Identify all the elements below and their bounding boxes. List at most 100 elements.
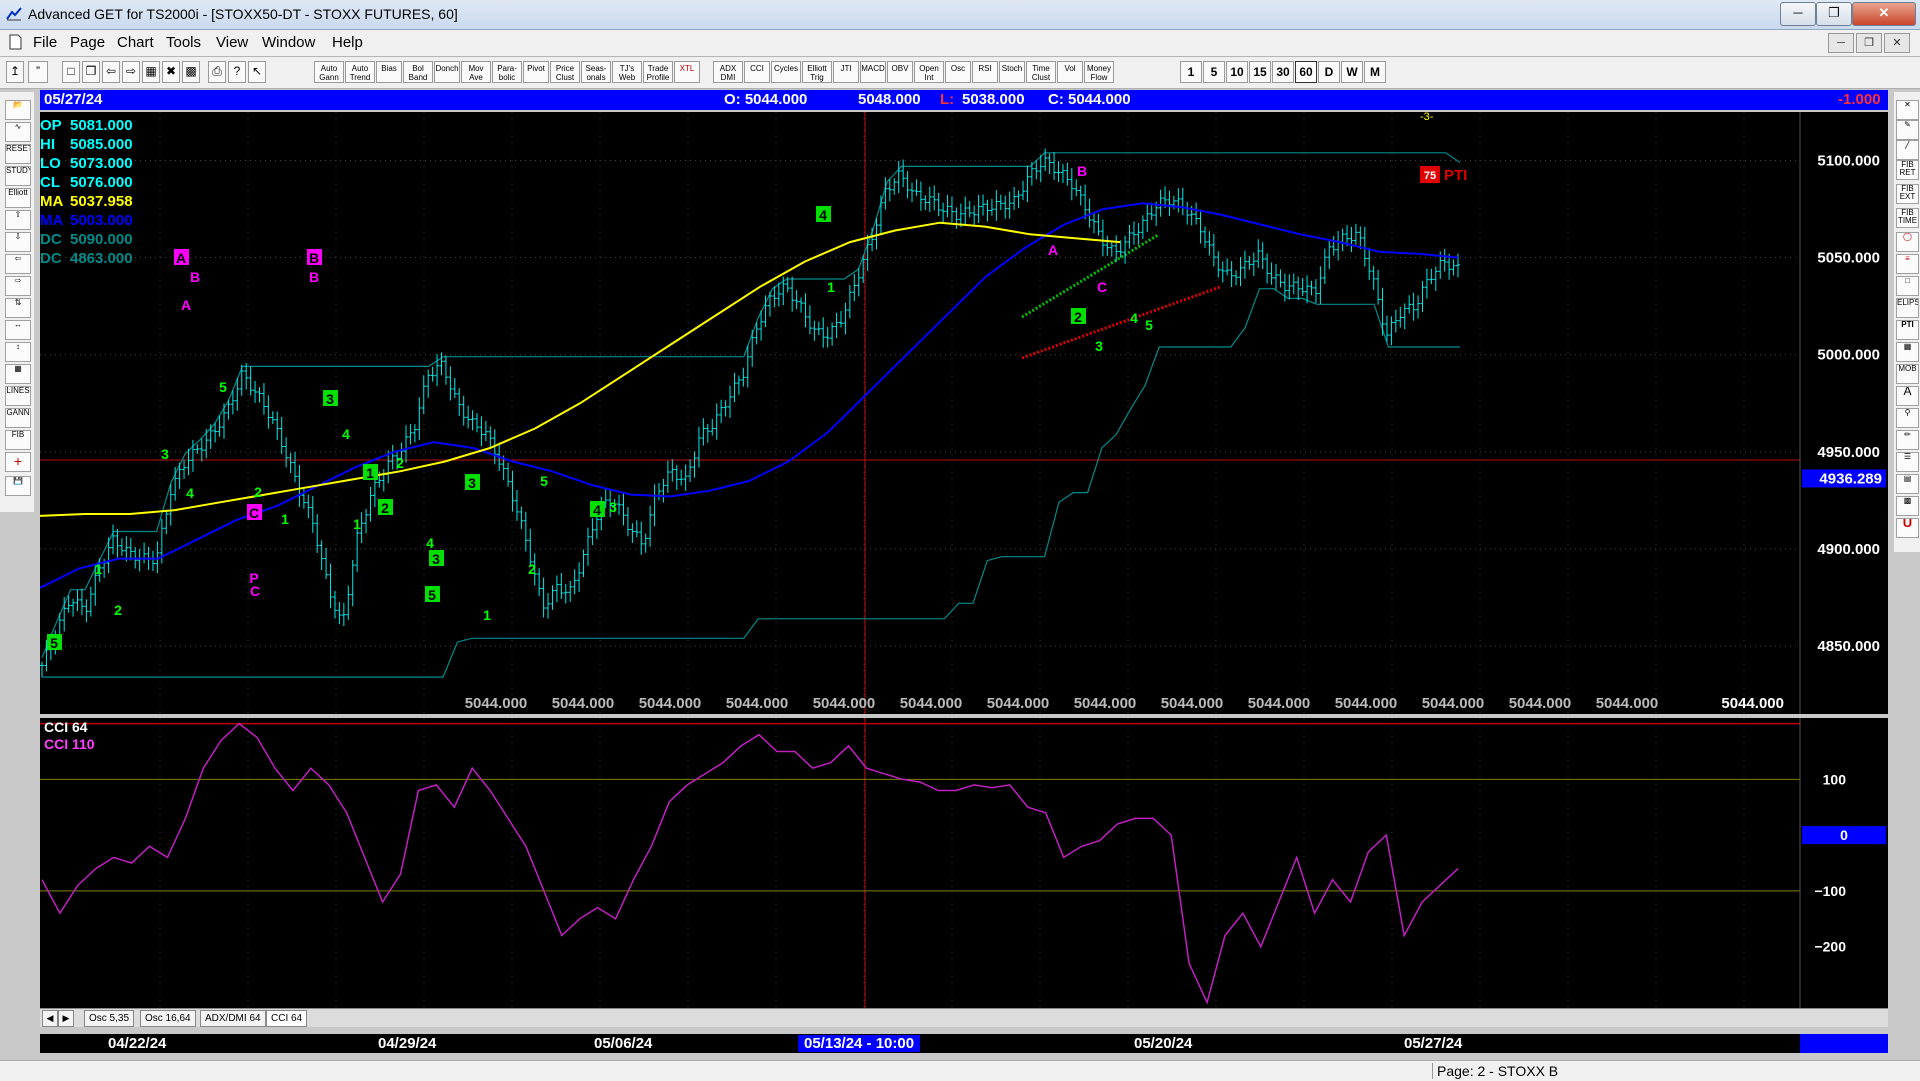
reset-button[interactable]: RESET [5,144,31,164]
timeframe-button[interactable]: 5 [1203,61,1225,83]
minimize-button[interactable]: ─ [1780,2,1816,26]
menu-chart[interactable]: Chart [117,34,154,51]
help-icon[interactable]: ? [228,61,246,83]
arrow-down-icon[interactable]: ⇩ [5,232,31,252]
cci-chart-svg[interactable]: 100 0 −100 −200 CCI 64 CCI 110 [40,718,1888,1008]
study-button[interactable]: ADX DMI [713,61,743,83]
study-button[interactable]: Seas-onals [581,61,611,83]
fib-button[interactable]: FIB [5,430,31,450]
timeframe-button[interactable]: 10 [1226,61,1248,83]
tab-osc-16-64[interactable]: Osc 16,64 [140,1010,196,1027]
zoom-icon[interactable]: ▦ [142,61,160,83]
study-button[interactable]: Trade Profile [643,61,673,83]
study-button[interactable]: Mov Ave [461,61,491,83]
study-button[interactable]: MACD [860,61,886,83]
list-icon[interactable]: ☰ [1896,452,1919,472]
study-button[interactable]: JTI [833,61,859,83]
study-button[interactable]: RSI [972,61,998,83]
arrow-up-icon[interactable]: ⇧ [5,210,31,230]
u-button[interactable]: U [1896,518,1919,538]
timeframe-button[interactable]: 1 [1180,61,1202,83]
expand-icon[interactable]: ↔ [5,320,31,340]
menu-tools[interactable]: Tools [166,34,201,51]
new-page-icon[interactable]: □ [62,61,80,83]
quote-icon[interactable]: ” [28,61,48,83]
study-button[interactable]: TJ's Web [612,61,642,83]
menu-file[interactable]: File [33,34,57,51]
maximize-button[interactable]: ❐ [1816,2,1852,26]
fan-icon[interactable]: ≡ [1896,254,1919,274]
menu-window[interactable]: Window [262,34,315,51]
pencil-icon[interactable]: ✏ [1896,430,1919,450]
timeframe-button[interactable]: D [1318,61,1340,83]
cci-panel[interactable]: 100 0 −100 −200 CCI 64 CCI 110 [40,718,1888,1008]
menu-page[interactable]: Page [70,34,105,51]
study-button[interactable]: Open Int [914,61,944,83]
scroll-left-icon[interactable]: ⇦ [102,61,120,83]
study-button[interactable]: Price Clust [550,61,580,83]
price-chart[interactable]: 51234512341212345123453412345ABACBCPBABC… [39,111,1888,714]
context-help-icon[interactable]: ↖ [248,61,266,83]
study-button[interactable]: Auto Gann [314,61,344,83]
layers-icon[interactable]: ▤ [1896,474,1919,494]
menu-view[interactable]: View [216,34,248,51]
layout-icon[interactable]: ▩ [1896,496,1919,516]
study-button[interactable]: Auto Trend [345,61,375,83]
study-button[interactable]: Stoch [999,61,1025,83]
menu-help[interactable]: Help [332,34,363,51]
copy-icon[interactable]: ❐ [82,61,100,83]
table-icon[interactable]: ▦ [5,364,31,384]
mdi-close-button[interactable]: ✕ [1884,33,1910,53]
delete-icon[interactable]: ✖ [162,61,180,83]
study-button[interactable]: Cycles [771,61,801,83]
pointer-icon[interactable]: ↥ [6,61,24,83]
study-button[interactable]: Bias [376,61,402,83]
study-button[interactable]: Osc [945,61,971,83]
box-icon[interactable]: □ [1896,276,1919,296]
timeframe-button[interactable]: 15 [1249,61,1271,83]
grid-icon[interactable]: ▩ [182,61,200,83]
study-button[interactable]: Money Flow [1084,61,1114,83]
pen-icon[interactable]: ✎ [1896,120,1919,140]
grid-tool-icon[interactable]: ▦ [1896,342,1919,362]
study-button[interactable]: OBV [887,61,913,83]
elliott-button[interactable]: Elliott [5,188,31,208]
pti-button[interactable]: PTI [1896,320,1919,340]
timeframe-button[interactable]: 30 [1272,61,1294,83]
close-button[interactable]: ✕ [1852,2,1916,26]
mdi-restore-button[interactable]: ❐ [1856,33,1882,53]
cross-icon[interactable]: ✕ [1896,100,1919,120]
arrow-left-icon[interactable]: ⇦ [5,254,31,274]
mdi-minimize-button[interactable]: ─ [1828,33,1854,53]
study-button[interactable]: CCI [744,61,770,83]
save-icon[interactable]: 💾 [5,476,31,496]
channel-icon[interactable]: ⇅ [5,298,31,318]
study-button[interactable]: Donch [434,61,460,83]
timeframe-button[interactable]: W [1341,61,1363,83]
timeframe-button[interactable]: 60 [1295,61,1317,83]
study-button[interactable]: Elliott Trig [802,61,832,83]
tab-adx-dmi-64[interactable]: ADX/DMI 64 [200,1010,266,1027]
study-button[interactable]: Time Clust [1026,61,1056,83]
tab-scroll-left-icon[interactable]: ◀ [42,1010,58,1027]
tab-scroll-right-icon[interactable]: ▶ [58,1010,74,1027]
compress-icon[interactable]: ↕ [5,342,31,362]
print-icon[interactable]: ⎙ [208,61,226,83]
gann-button[interactable]: GANN [5,408,31,428]
study-button[interactable]: XTL [674,61,700,83]
fib-time-button[interactable]: FIB TIME [1896,208,1919,228]
fib-ext-button[interactable]: FIB EXT [1896,184,1919,204]
spiral-icon[interactable]: ◯ [1896,232,1919,252]
line-icon[interactable]: ╱ [1896,140,1919,160]
study-button[interactable]: STUDY [5,166,31,186]
study-button[interactable]: Para-bolic [492,61,522,83]
open-icon[interactable]: 📂 [5,100,31,120]
scroll-right-icon[interactable]: ⇨ [122,61,140,83]
timeframe-button[interactable]: M [1364,61,1386,83]
study-button[interactable]: Vol [1057,61,1083,83]
wave-icon[interactable]: ∿ [5,122,31,142]
document-icon[interactable] [8,34,22,50]
tab-cci-64[interactable]: CCI 64 [266,1010,308,1027]
magnifier-icon[interactable]: ⚲ [1896,408,1919,428]
arrow-right-icon[interactable]: ⇨ [5,276,31,296]
